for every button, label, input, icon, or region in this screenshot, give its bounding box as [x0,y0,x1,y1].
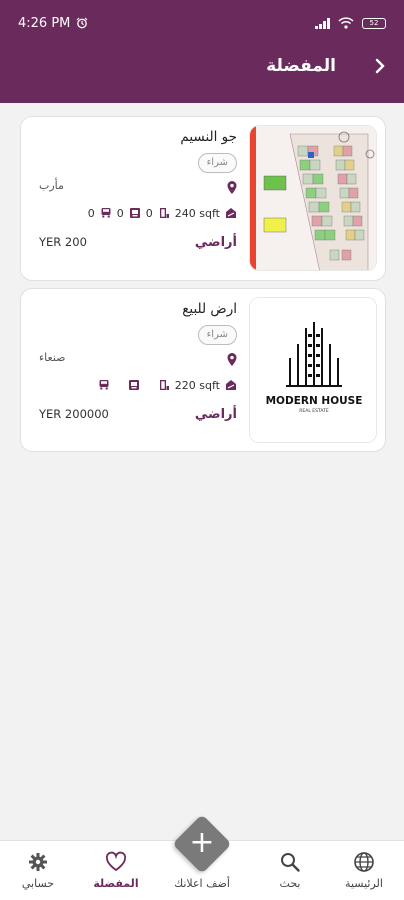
listing-info: ارض للبيع شراء صنعاء 220 sqft YER 200000… [31,289,241,451]
wifi-icon [338,17,354,29]
status-time: 4:26 PM [18,15,71,31]
door-icon [159,380,169,390]
nav-search[interactable]: بحث [254,851,326,890]
nav-account-label: حسابي [21,877,55,890]
add-listing-label: أضف اعلانك [174,877,230,890]
room-count: 0 [145,206,153,220]
app-header: 4:26 PM 52 المفضلة [0,0,404,103]
back-chevron-icon[interactable] [370,56,390,76]
area-icon [226,380,236,390]
listing-features: 220 sqft [39,377,237,393]
search-icon [281,853,300,872]
listing-category: أراضي [194,235,237,250]
bathroom-icon [128,380,139,390]
plus-icon[interactable]: + [181,823,223,865]
listing-type-badge: شراء [197,325,237,345]
battery-icon: 52 [362,17,386,29]
listing-image-map[interactable] [249,125,377,271]
listing-type-badge: شراء [197,153,237,173]
listing-features: 0 0 0 240 sqft [39,205,237,221]
nav-home[interactable]: الرئيسية [328,851,400,890]
listing-area: 240 sqft [174,206,220,220]
car-icon [101,208,111,218]
bathroom-icon [129,208,140,218]
area-icon [226,208,236,218]
listing-image-logo[interactable]: MODERN HOUSE REAL ESTATE [249,297,377,443]
nav-favorites[interactable]: المفضلة [80,851,152,890]
gear-icon [29,853,47,871]
logo-subtitle: REAL ESTATE [299,408,329,414]
listing-title: ارض للبيع [182,301,237,317]
listing-area: 220 sqft [174,378,220,392]
globe-icon [354,852,374,872]
nav-search-label: بحث [279,877,301,890]
parking-count: 0 [87,206,95,220]
door-icon [159,208,169,218]
status-bar: 4:26 PM 52 [18,14,386,32]
listing-card[interactable]: جو النسيم شراء مأرب 0 0 0 240 sqft YER 2… [20,116,386,281]
location-pin-icon [227,353,237,366]
listing-price: YER 200 [39,235,87,249]
land-plot-map-image [250,126,376,270]
listing-category: أراضي [194,407,237,422]
listing-info: جو النسيم شراء مأرب 0 0 0 240 sqft YER 2… [31,117,241,280]
location-pin-icon [227,181,237,194]
bathroom-count: 0 [116,206,124,220]
listing-city: صنعاء [39,351,66,364]
nav-home-label: الرئيسية [345,877,383,890]
car-icon [99,380,109,390]
logo-title: MODERN HOUSE [266,395,363,407]
signal-icon [315,17,330,29]
alarm-icon [76,17,88,29]
page-title: المفضلة [266,56,336,76]
nav-account[interactable]: حسابي [2,851,74,890]
nav-favorites-label: المفضلة [93,877,139,890]
listing-price: YER 200000 [39,407,109,421]
modern-house-logo: MODERN HOUSE REAL ESTATE [250,298,376,442]
listing-card[interactable]: MODERN HOUSE REAL ESTATE ارض للبيع شراء … [20,288,386,452]
heart-icon [105,851,127,872]
listing-city: مأرب [39,179,64,192]
listing-title: جو النسيم [180,129,237,145]
